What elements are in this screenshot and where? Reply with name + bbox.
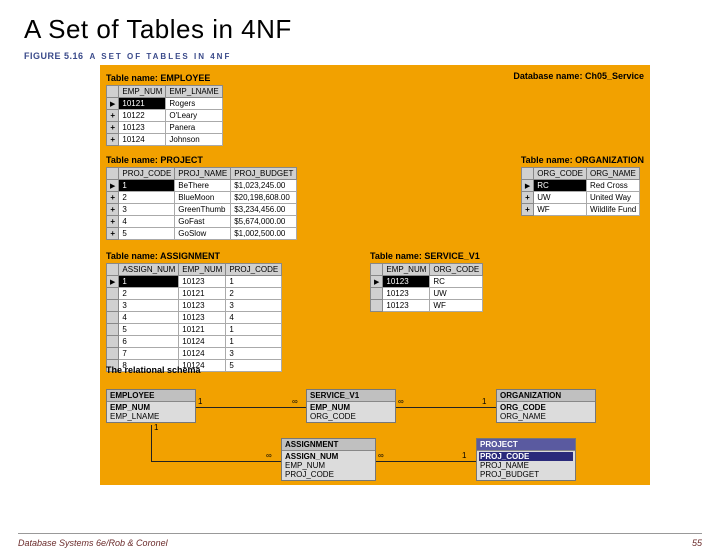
table-header-row: EMP_NUM EMP_LNAME — [107, 86, 223, 98]
cardinality-many: ∞ — [266, 451, 272, 460]
rel-line — [396, 407, 496, 408]
table-header-row: ASSIGN_NUM EMP_NUM PROJ_CODE — [107, 264, 282, 276]
rel-line — [151, 425, 152, 461]
schema-heading: The relational schema — [106, 365, 201, 375]
table-row: 10123Panera — [107, 122, 223, 134]
table-row: 2BlueMoon$20,198,608.00 — [107, 192, 297, 204]
table-row: 3GreenThumb$3,234,456.00 — [107, 204, 297, 216]
database-name-label: Database name: Ch05_Service — [513, 71, 644, 81]
table-row: 4101234 — [107, 312, 282, 324]
slide-footer: Database Systems 6e/Rob & Coronel 55 — [18, 533, 702, 548]
figure-caption-text: A SET OF TABLES IN 4NF — [90, 52, 232, 61]
employee-block: Table name: EMPLOYEE EMP_NUM EMP_LNAME 1… — [106, 71, 223, 146]
project-block: Table name: PROJECT PROJ_CODE PROJ_NAME … — [106, 153, 297, 240]
table-row: 3101233 — [107, 300, 282, 312]
project-label: Table name: PROJECT — [106, 155, 297, 165]
table-row: 10124Johnson — [107, 134, 223, 146]
assignment-block: Table name: ASSIGNMENT ASSIGN_NUM EMP_NU… — [106, 249, 282, 372]
table-row: UWUnited Way — [521, 192, 639, 204]
project-table: PROJ_CODE PROJ_NAME PROJ_BUDGET 1BeThere… — [106, 167, 297, 240]
table-row: 10121Rogers — [107, 98, 223, 110]
table-row: 2101212 — [107, 288, 282, 300]
schema-employee-box: EMPLOYEE EMP_NUM EMP_LNAME — [106, 389, 196, 423]
table-row: 5GoSlow$1,002,500.00 — [107, 228, 297, 240]
schema-project-box: PROJECT PROJ_CODE PROJ_NAME PROJ_BUDGET — [476, 438, 576, 481]
table-row: RCRed Cross — [521, 180, 639, 192]
cardinality-one: 1 — [154, 423, 158, 432]
cardinality-many: ∞ — [378, 451, 384, 460]
organization-block: Table name: ORGANIZATION ORG_CODE ORG_NA… — [521, 153, 644, 216]
table-row: 10123WF — [371, 300, 483, 312]
service-v1-block: Table name: SERVICE_V1 EMP_NUM ORG_CODE … — [370, 249, 483, 312]
schema-assignment-box: ASSIGNMENT ASSIGN_NUM EMP_NUM PROJ_CODE — [281, 438, 376, 481]
cardinality-one: 1 — [482, 397, 486, 406]
page-title: A Set of Tables in 4NF — [24, 14, 720, 45]
cardinality-many: ∞ — [398, 397, 404, 406]
schema-diagram: EMPLOYEE EMP_NUM EMP_LNAME SERVICE_V1 EM… — [106, 383, 644, 479]
figure-number: FIGURE 5.16 — [24, 51, 84, 61]
rel-line — [151, 461, 281, 462]
table-row: 10123RC — [371, 276, 483, 288]
employee-label: Table name: EMPLOYEE — [106, 73, 223, 83]
figure-label: FIGURE 5.16 A SET OF TABLES IN 4NF — [24, 51, 720, 61]
assignment-table: ASSIGN_NUM EMP_NUM PROJ_CODE 1101231 210… — [106, 263, 282, 372]
schema-organization-box: ORGANIZATION ORG_CODE ORG_NAME — [496, 389, 596, 423]
table-row: 10122O'Leary — [107, 110, 223, 122]
table-row: 4GoFast$5,674,000.00 — [107, 216, 297, 228]
table-header-row: PROJ_CODE PROJ_NAME PROJ_BUDGET — [107, 168, 297, 180]
table-row: 6101241 — [107, 336, 282, 348]
assignment-label: Table name: ASSIGNMENT — [106, 251, 282, 261]
table-row: 10123UW — [371, 288, 483, 300]
service-v1-table: EMP_NUM ORG_CODE 10123RC 10123UW 10123WF — [370, 263, 483, 312]
table-row: 7101243 — [107, 348, 282, 360]
cardinality-one: 1 — [198, 397, 202, 406]
table-header-row: EMP_NUM ORG_CODE — [371, 264, 483, 276]
schema-service-v1-box: SERVICE_V1 EMP_NUM ORG_CODE — [306, 389, 396, 423]
cardinality-many: ∞ — [292, 397, 298, 406]
figure-canvas: Database name: Ch05_Service Table name: … — [100, 65, 650, 485]
table-header-row: ORG_CODE ORG_NAME — [521, 168, 639, 180]
cardinality-one: 1 — [462, 451, 466, 460]
organization-label: Table name: ORGANIZATION — [521, 155, 644, 165]
table-row: WFWildlife Fund — [521, 204, 639, 216]
table-row: 1BeThere$1,023,245.00 — [107, 180, 297, 192]
rel-line — [376, 461, 476, 462]
rel-line — [196, 407, 306, 408]
table-row: 1101231 — [107, 276, 282, 288]
service-v1-label: Table name: SERVICE_V1 — [370, 251, 483, 261]
organization-table: ORG_CODE ORG_NAME RCRed Cross UWUnited W… — [521, 167, 640, 216]
employee-table: EMP_NUM EMP_LNAME 10121Rogers 10122O'Lea… — [106, 85, 223, 146]
table-row: 5101211 — [107, 324, 282, 336]
